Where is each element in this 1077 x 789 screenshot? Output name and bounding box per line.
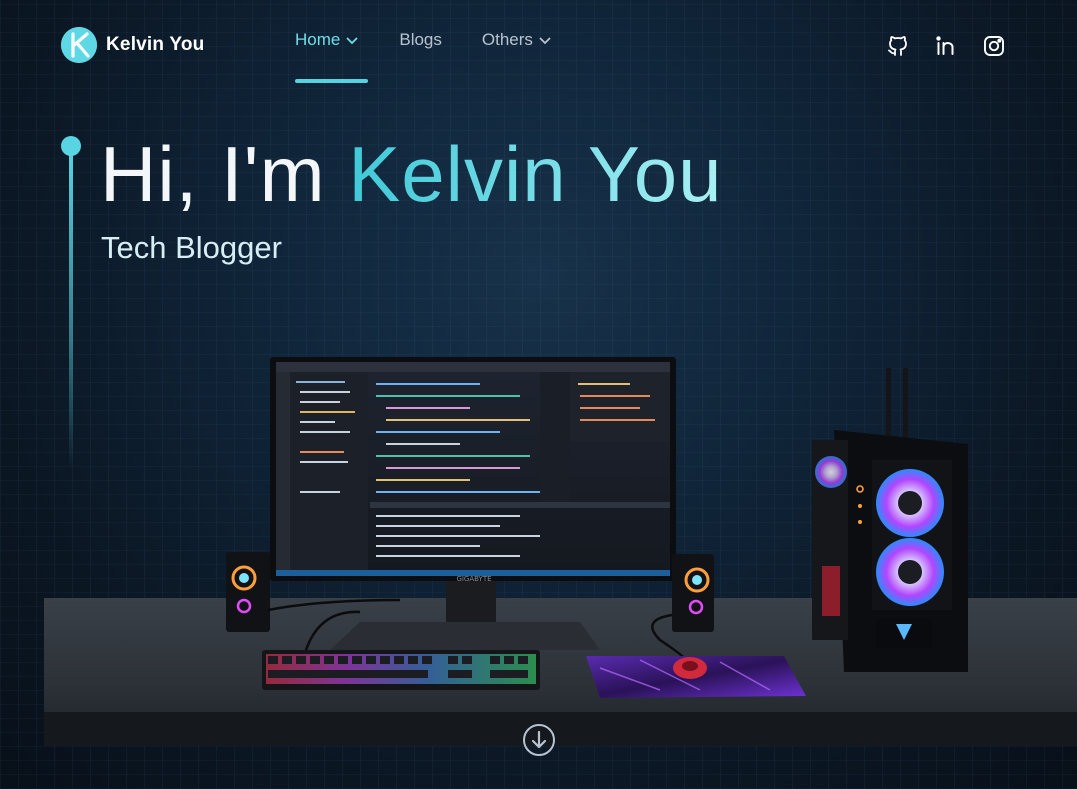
- monitor-brand-text: GIGABYTE: [456, 575, 491, 583]
- scroll-down-button[interactable]: [522, 723, 556, 757]
- gaming-mouse: [673, 657, 707, 679]
- monitor-stand: [330, 578, 600, 650]
- rgb-keyboard: [262, 650, 540, 690]
- desk-setup-illustration: GIGABYTE: [226, 357, 968, 698]
- left-speaker: [226, 552, 270, 632]
- arrow-down-circle-icon: [523, 724, 555, 756]
- right-speaker: [672, 554, 714, 632]
- pc-case: [812, 368, 968, 672]
